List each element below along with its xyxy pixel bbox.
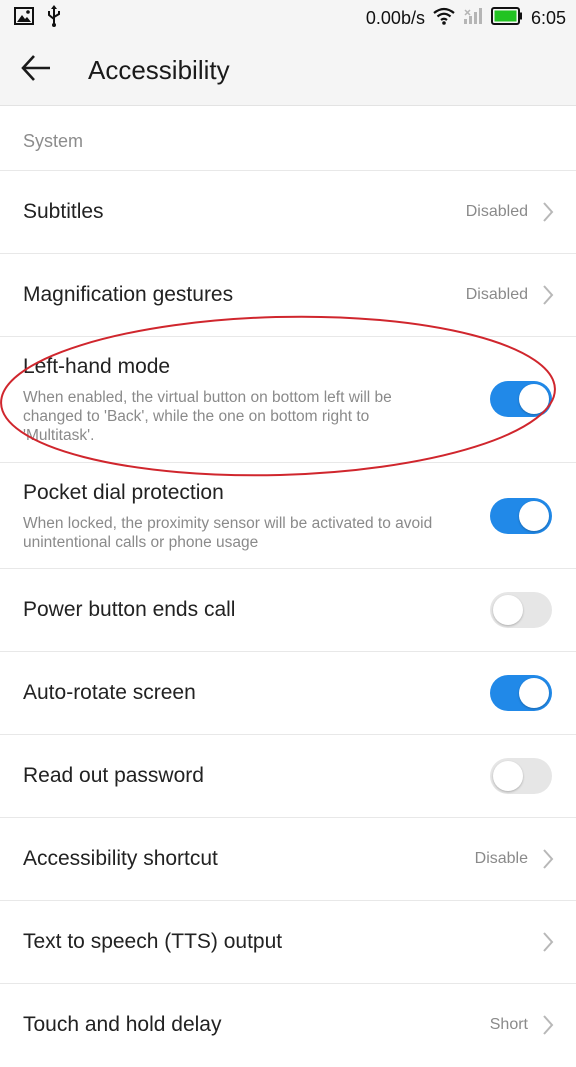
toggle-knob bbox=[493, 761, 523, 791]
chevron-right-icon bbox=[543, 202, 554, 222]
settings-list: System Subtitles Disabled Magnification … bbox=[0, 106, 576, 1067]
power-button-ends-call-label: Power button ends call bbox=[23, 598, 236, 621]
chevron-right-icon bbox=[543, 932, 554, 952]
battery-icon bbox=[490, 6, 523, 30]
chevron-right-icon bbox=[543, 285, 554, 305]
subtitles-label: Subtitles bbox=[23, 200, 104, 223]
pocket-dial-protection-description: When locked, the proximity sensor will b… bbox=[23, 515, 433, 551]
left-hand-mode-description: When enabled, the virtual button on bott… bbox=[23, 389, 392, 444]
read-out-password-row: Read out password bbox=[0, 735, 576, 818]
magnification-gestures-label: Magnification gestures bbox=[23, 283, 234, 306]
image-notification-icon bbox=[14, 6, 34, 30]
read-out-password-label: Read out password bbox=[23, 764, 204, 787]
pocket-dial-protection-toggle[interactable] bbox=[490, 498, 552, 534]
magnification-gestures-row[interactable]: Magnification gestures Disabled bbox=[0, 254, 576, 337]
tts-output-row[interactable]: Text to speech (TTS) output bbox=[0, 901, 576, 984]
touch-and-hold-delay-row[interactable]: Touch and hold delay Short bbox=[0, 984, 576, 1067]
touch-and-hold-delay-label: Touch and hold delay bbox=[23, 1013, 222, 1036]
pocket-dial-protection-label: Pocket dial protection bbox=[23, 481, 224, 504]
auto-rotate-screen-label: Auto-rotate screen bbox=[23, 681, 196, 704]
chevron-right-icon bbox=[543, 1015, 554, 1035]
toggle-knob bbox=[519, 384, 549, 414]
network-speed: 0.00b/s bbox=[365, 7, 425, 28]
read-out-password-toggle[interactable] bbox=[490, 758, 552, 794]
magnification-gestures-value: Disabled bbox=[465, 286, 528, 303]
toggle-knob bbox=[519, 678, 549, 708]
usb-icon bbox=[46, 4, 62, 32]
pocket-dial-protection-row: Pocket dial protection When locked, the … bbox=[0, 463, 576, 569]
section-title: System bbox=[23, 131, 84, 151]
chevron-right-icon bbox=[543, 849, 554, 869]
power-button-ends-call-toggle[interactable] bbox=[490, 592, 552, 628]
accessibility-shortcut-value: Disable bbox=[474, 850, 528, 867]
power-button-ends-call-row: Power button ends call bbox=[0, 569, 576, 652]
app-bar: Accessibility bbox=[0, 36, 576, 106]
accessibility-shortcut-row[interactable]: Accessibility shortcut Disable bbox=[0, 818, 576, 901]
wifi-icon bbox=[433, 7, 455, 30]
toggle-knob bbox=[493, 595, 523, 625]
page-title: Accessibility bbox=[88, 55, 230, 85]
tts-output-label: Text to speech (TTS) output bbox=[23, 930, 283, 953]
auto-rotate-screen-row: Auto-rotate screen bbox=[0, 652, 576, 735]
auto-rotate-screen-toggle[interactable] bbox=[490, 675, 552, 711]
left-hand-mode-toggle[interactable] bbox=[490, 381, 552, 417]
left-hand-mode-label: Left-hand mode bbox=[23, 355, 171, 378]
touch-and-hold-delay-value: Short bbox=[489, 1016, 528, 1033]
toggle-knob bbox=[519, 501, 549, 531]
status-bar-right: 0.00b/s 6:05 bbox=[366, 6, 566, 30]
back-arrow-icon bbox=[20, 54, 52, 87]
status-bar-left bbox=[14, 4, 62, 30]
subtitles-value: Disabled bbox=[465, 203, 528, 220]
signal-icon bbox=[463, 7, 483, 30]
clock: 6:05 bbox=[530, 7, 566, 28]
section-header: System bbox=[0, 106, 576, 171]
left-hand-mode-row: Left-hand mode When enabled, the virtual… bbox=[0, 337, 576, 463]
status-bar: 0.00b/s 6:05 bbox=[0, 0, 576, 36]
subtitles-row[interactable]: Subtitles Disabled bbox=[0, 171, 576, 254]
accessibility-shortcut-label: Accessibility shortcut bbox=[23, 847, 218, 870]
back-button[interactable] bbox=[16, 52, 56, 88]
